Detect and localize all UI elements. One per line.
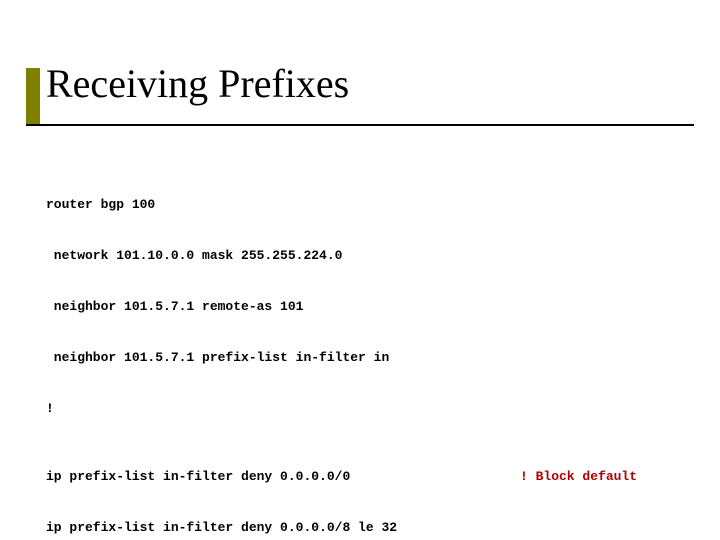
accent-bar	[26, 68, 40, 124]
code-line: ip prefix-list in-filter deny 0.0.0.0/0!…	[46, 468, 684, 485]
code-block: router bgp 100 network 101.10.0.0 mask 2…	[46, 162, 684, 540]
title-underline	[26, 124, 694, 126]
page-title: Receiving Prefixes	[46, 64, 349, 104]
code-line: router bgp 100	[46, 196, 684, 213]
code-line: neighbor 101.5.7.1 remote-as 101	[46, 298, 684, 315]
slide: Receiving Prefixes router bgp 100 networ…	[0, 0, 720, 540]
code-line: !	[46, 400, 684, 417]
code-line: network 101.10.0.0 mask 255.255.224.0	[46, 247, 684, 264]
code-line: ip prefix-list in-filter deny 0.0.0.0/8 …	[46, 519, 684, 536]
code-line: neighbor 101.5.7.1 prefix-list in-filter…	[46, 349, 684, 366]
code-comment: ! Block default	[520, 468, 637, 485]
